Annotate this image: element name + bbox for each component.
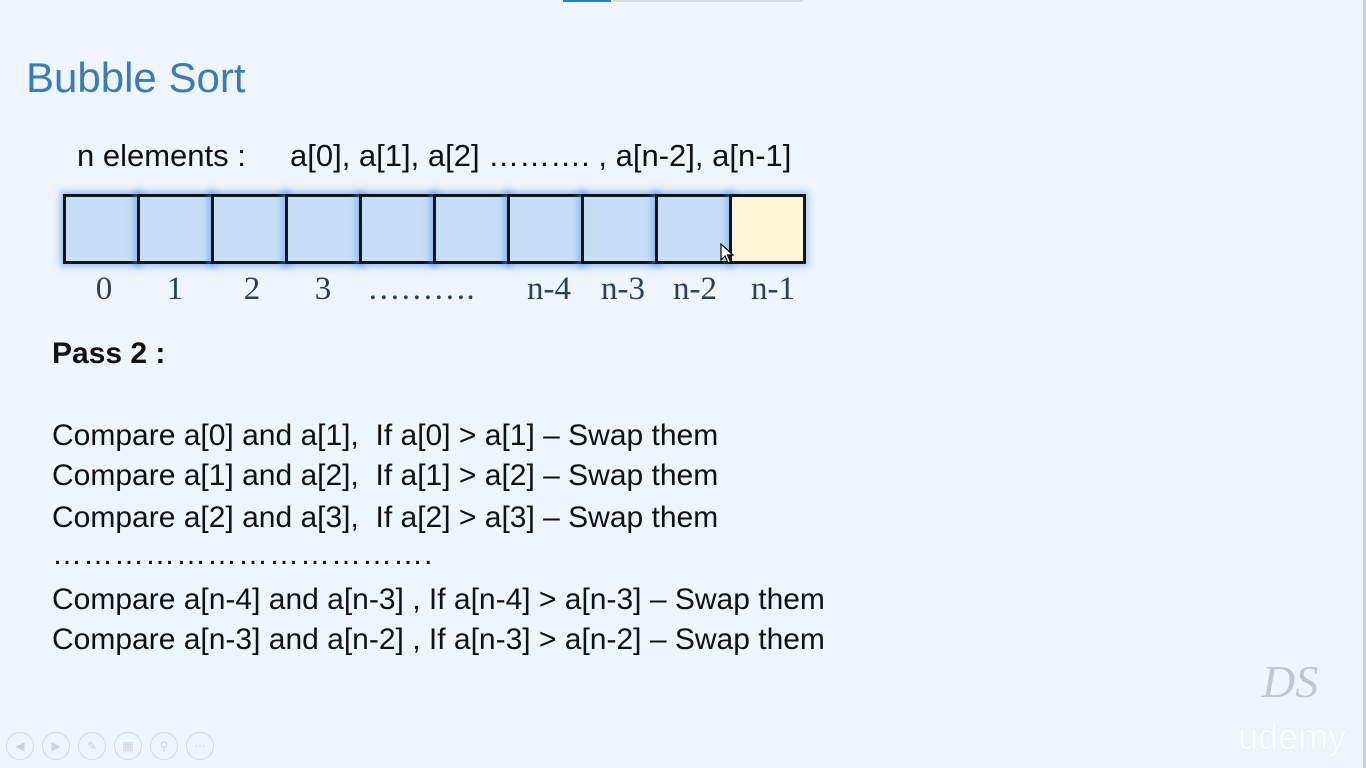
previous-icon[interactable]: ◀ — [6, 732, 34, 760]
array-cell — [63, 194, 140, 264]
pen-icon[interactable]: ✎ — [78, 732, 106, 760]
index-label-0: 0 — [95, 271, 113, 307]
udemy-watermark: udemy — [1238, 716, 1347, 757]
index-label-n-2: n-2 — [673, 271, 717, 307]
compare-line-5: Compare a[n-3] and a[n-2] , If a[n-3] > … — [52, 623, 825, 656]
slideshow-controls: ◀ ▶ ✎ ▦ ⚲ ⋯ — [6, 732, 214, 760]
index-label-2: 2 — [243, 271, 261, 307]
index-label-n-4: n-4 — [527, 271, 571, 307]
zoom-icon[interactable]: ⚲ — [150, 732, 178, 760]
next-icon[interactable]: ▶ — [42, 732, 70, 760]
more-options-icon[interactable]: ⋯ — [186, 732, 214, 760]
ds-logo: DS — [1262, 656, 1319, 707]
array-cell — [211, 194, 288, 264]
pass-heading: Pass 2 : — [52, 337, 166, 370]
top-tab-indicator — [613, 0, 803, 2]
elements-label: n elements : — [77, 138, 246, 173]
array-cell — [285, 194, 362, 264]
index-label-3: 3 — [314, 271, 332, 307]
index-label-n-1: n-1 — [751, 271, 795, 307]
compare-line-3: Compare a[2] and a[3], If a[2] > a[3] – … — [52, 501, 719, 534]
slides-grid-icon[interactable]: ▦ — [114, 732, 142, 760]
compare-line-4: Compare a[n-4] and a[n-3] , If a[n-4] > … — [52, 583, 825, 616]
top-tab-indicator-active — [563, 0, 611, 2]
compare-line-1: Compare a[0] and a[1], If a[0] > a[1] – … — [52, 419, 719, 452]
index-label-ellipsis: ………. — [367, 271, 475, 307]
slide-title: Bubble Sort — [26, 54, 246, 101]
array-cell — [581, 194, 658, 264]
elements-list: a[0], a[1], a[2] ………. , a[n-2], a[n-1] — [290, 138, 792, 173]
mouse-pointer-icon — [720, 243, 734, 264]
array-cell-sorted — [729, 194, 806, 264]
index-label-n-3: n-3 — [601, 271, 645, 307]
array-cell — [507, 194, 584, 264]
array-diagram — [63, 194, 806, 266]
index-label-1: 1 — [166, 271, 184, 307]
ellipsis-line: ………………………………. — [52, 538, 434, 571]
compare-line-2: Compare a[1] and a[2], If a[1] > a[2] – … — [52, 459, 719, 492]
array-cell — [433, 194, 510, 264]
array-cell — [137, 194, 214, 264]
array-cell — [359, 194, 436, 264]
